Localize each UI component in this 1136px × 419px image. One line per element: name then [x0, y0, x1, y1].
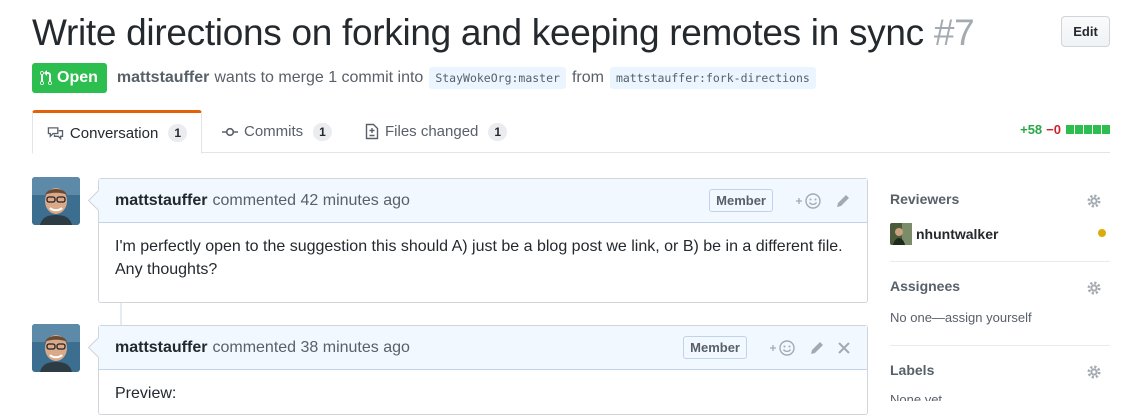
comment-header: mattstauffer commented 38 minutes ago Me… — [99, 326, 867, 370]
diffstat-block — [1102, 125, 1110, 134]
add-reaction-icon[interactable] — [769, 339, 797, 357]
additions-count: +58 — [1020, 122, 1043, 137]
pr-title: Write directions on forking and keeping … — [32, 12, 975, 54]
labels-empty-text: None yet — [890, 392, 943, 401]
pencil-icon[interactable] — [809, 340, 825, 356]
tab-commits[interactable]: Commits 1 — [222, 110, 332, 153]
gear-icon[interactable] — [1086, 193, 1102, 214]
avatar[interactable] — [32, 324, 80, 372]
diffstat-block — [1075, 125, 1083, 134]
sidebar-title: Labels — [890, 362, 935, 378]
status-label: Open — [57, 69, 98, 86]
tab-conversation[interactable]: Conversation 1 — [32, 110, 202, 154]
avatar — [890, 223, 912, 245]
from-text: from — [571, 69, 604, 86]
reviewer-item[interactable]: nhuntwalker — [890, 223, 1110, 245]
diffstat-block — [1093, 125, 1101, 134]
diffstat-block — [1066, 125, 1074, 134]
avatar-image — [32, 177, 80, 225]
git-pull-request-icon — [40, 70, 52, 86]
deletions-count: −0 — [1046, 122, 1061, 137]
pr-meta: Open mattstauffer wants to merge 1 commi… — [32, 63, 822, 93]
tab-files-changed[interactable]: Files changed 1 — [365, 110, 508, 153]
comment-body: Preview: — [115, 385, 177, 402]
git-commit-icon — [222, 127, 238, 136]
comment-header: mattstauffer commented 42 minutes ago Me… — [99, 179, 867, 223]
comment-actions: Member — [709, 189, 851, 212]
sidebar-labels: Labels None yet — [890, 362, 1110, 401]
file-diff-icon — [365, 123, 379, 140]
timeline-line — [120, 303, 122, 325]
member-badge: Member — [709, 189, 773, 212]
comment-author[interactable]: mattstauffer — [115, 192, 207, 210]
comment-author[interactable]: mattstauffer — [115, 339, 207, 357]
merge-text: wants to merge 1 commit into — [214, 69, 424, 86]
tab-label: Files changed — [385, 123, 479, 140]
pr-author-link[interactable]: mattstauffer — [117, 69, 209, 87]
edit-button[interactable]: Edit — [1061, 16, 1110, 47]
tab-counter: 1 — [313, 122, 332, 141]
status-badge: Open — [32, 63, 107, 93]
sidebar-divider — [890, 345, 1110, 346]
close-icon[interactable] — [837, 341, 851, 355]
pr-number: #7 — [933, 12, 975, 53]
comment-discussion-icon — [47, 126, 64, 140]
pr-tabs: Conversation 1 Commits 1 Files changed 1… — [32, 110, 1110, 154]
avatar-image — [32, 324, 80, 372]
pr-title-text: Write directions on forking and keeping … — [32, 12, 924, 53]
tab-counter: 1 — [168, 124, 187, 142]
sidebar-reviewers: Reviewers nhuntwalker — [890, 191, 1110, 251]
sidebar-assignees: Assignees No one—assign yourself — [890, 278, 1110, 338]
sidebar-divider — [890, 261, 1110, 262]
assign-yourself-link[interactable]: No one—assign yourself — [890, 310, 1110, 325]
reviewer-name: nhuntwalker — [916, 226, 999, 242]
comment-body: I'm perfectly open to the suggestion thi… — [115, 238, 843, 278]
gear-icon[interactable] — [1086, 364, 1102, 385]
tab-counter: 1 — [488, 122, 508, 141]
tab-label: Commits — [244, 123, 304, 140]
diffstat[interactable]: +58 −0 — [1020, 122, 1110, 137]
comment: mattstauffer commented 42 minutes ago Me… — [98, 178, 868, 303]
comment: mattstauffer commented 38 minutes ago Me… — [98, 325, 868, 415]
member-badge: Member — [683, 336, 747, 359]
gear-icon[interactable] — [1086, 280, 1102, 301]
avatar[interactable] — [32, 177, 80, 225]
sidebar-title: Reviewers — [890, 191, 960, 207]
head-branch[interactable]: mattstauffer:fork-directions — [609, 67, 816, 89]
pending-review-dot — [1098, 229, 1106, 237]
add-reaction-icon[interactable] — [795, 192, 823, 210]
tab-label: Conversation — [69, 124, 159, 142]
base-branch[interactable]: StayWokeOrg:master — [429, 67, 566, 89]
comment-timestamp[interactable]: commented 38 minutes ago — [212, 339, 409, 357]
sidebar-title: Assignees — [890, 278, 961, 294]
pencil-icon[interactable] — [835, 193, 851, 209]
comment-timestamp[interactable]: commented 42 minutes ago — [212, 192, 409, 210]
diffstat-block — [1084, 125, 1092, 134]
comment-actions: Member — [683, 336, 851, 359]
